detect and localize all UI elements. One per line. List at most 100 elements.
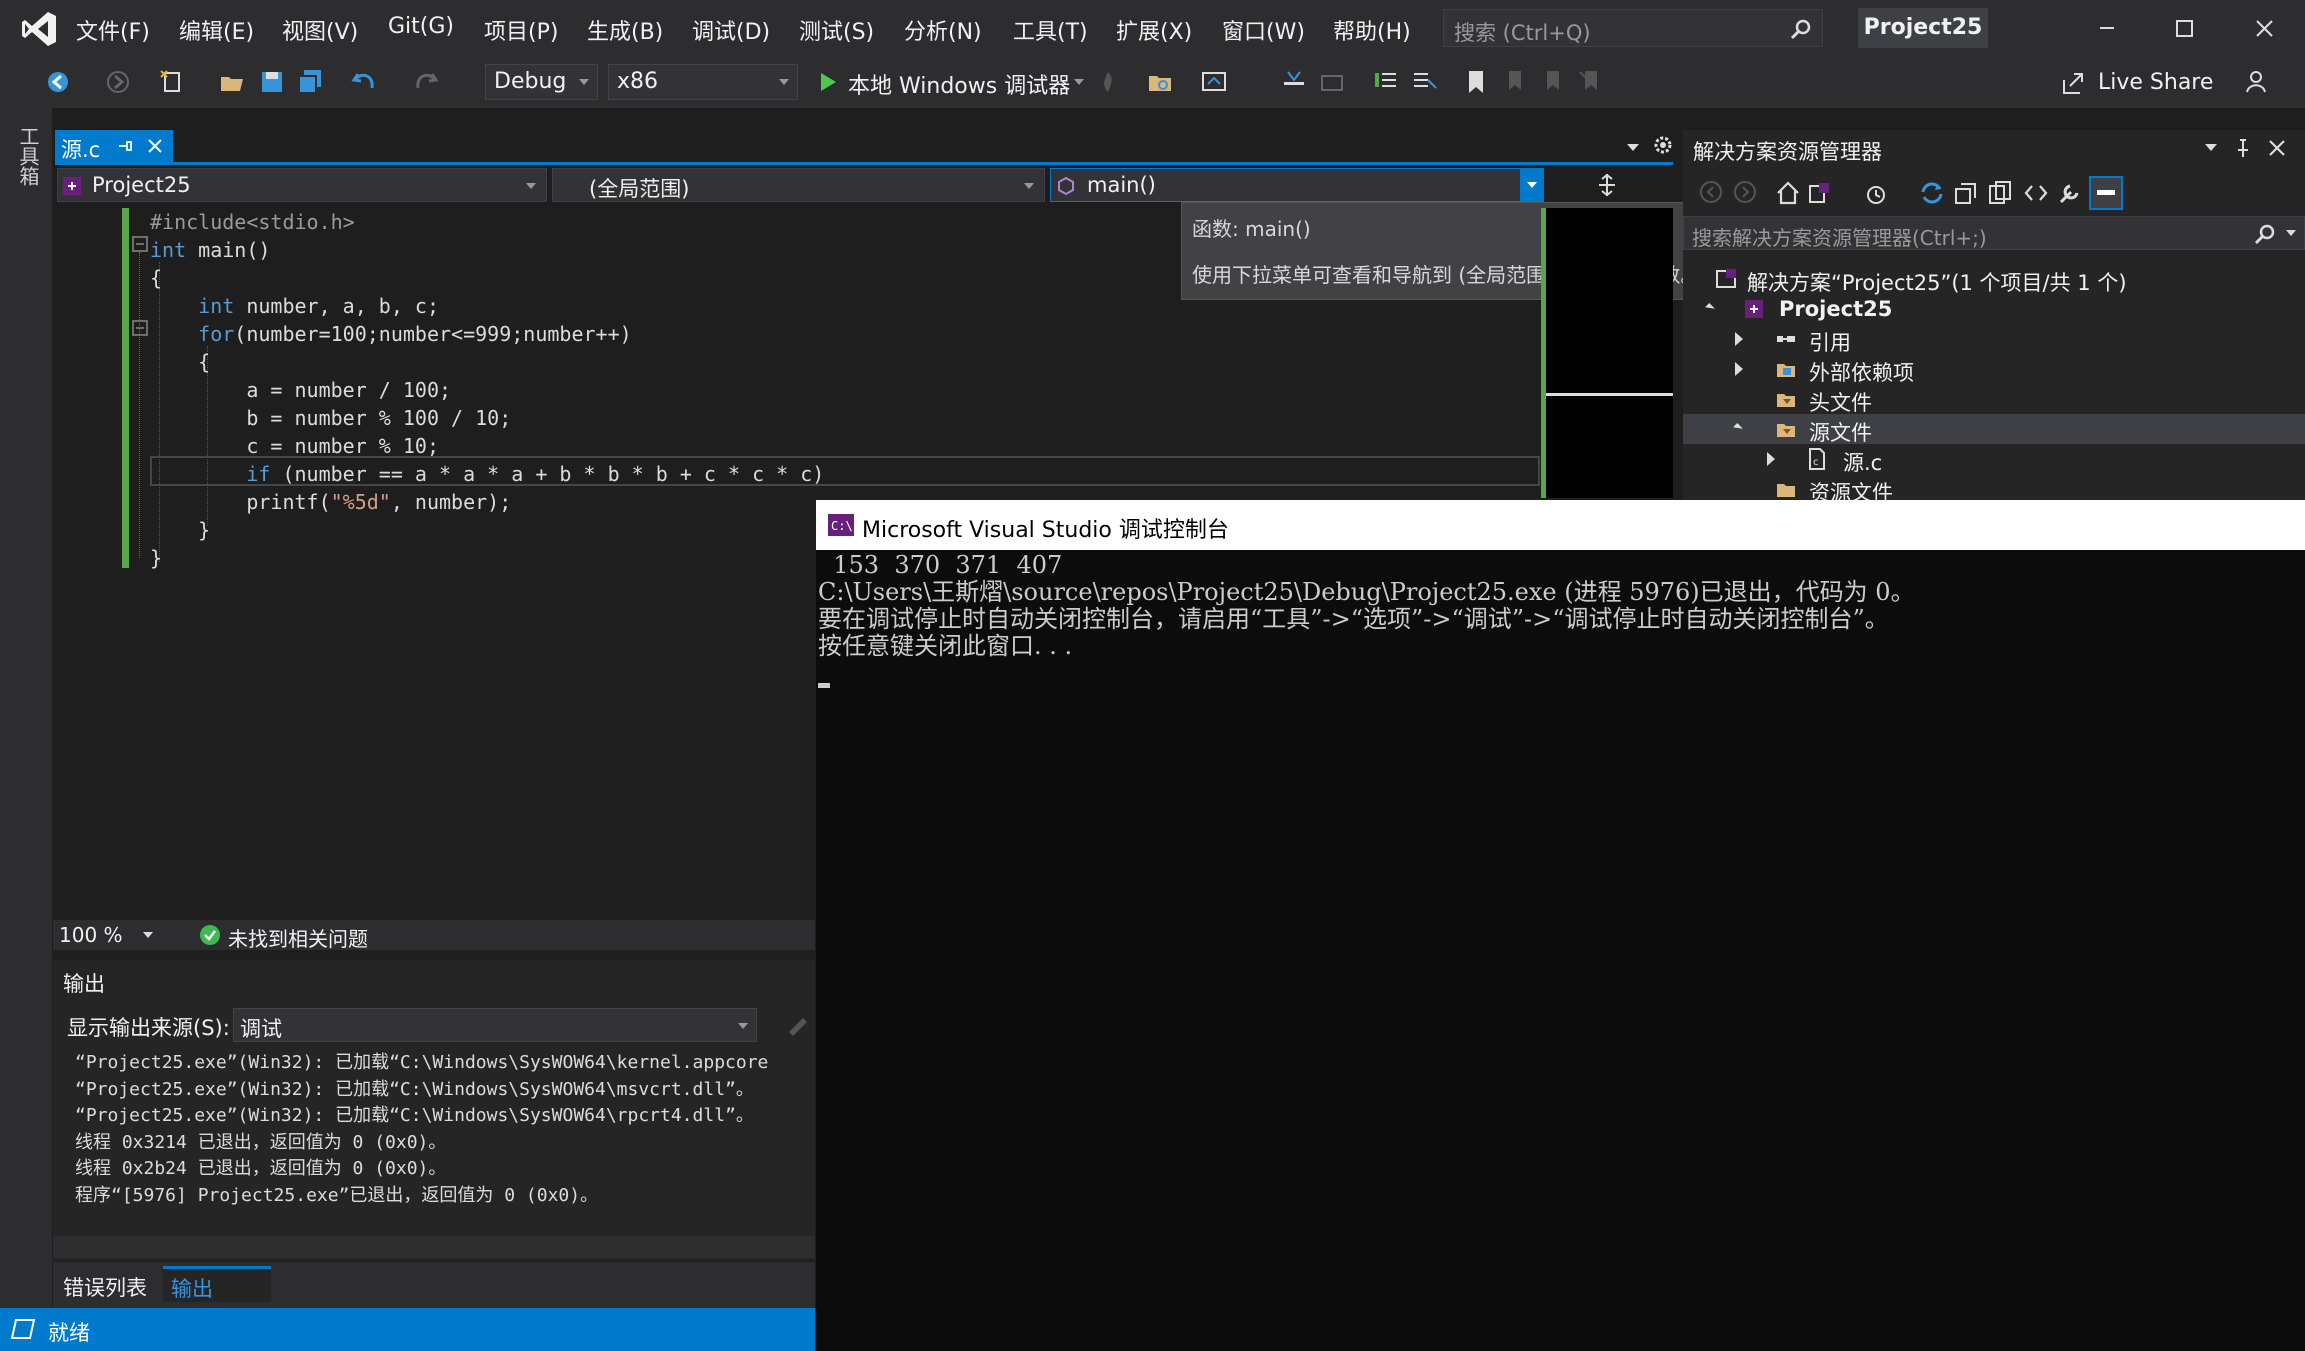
function-navigation-dropdown[interactable]: main() bbox=[1050, 168, 1544, 202]
search-input[interactable]: 搜索 (Ctrl+Q) bbox=[1443, 9, 1823, 47]
solution-search-input[interactable]: 搜索解决方案资源管理器(Ctrl+;) bbox=[1683, 216, 2305, 250]
save-icon[interactable] bbox=[258, 68, 286, 96]
forward-icon[interactable] bbox=[1733, 180, 1757, 204]
menu-view[interactable]: 视图(V) bbox=[282, 14, 358, 46]
output-log[interactable]: “Project25.exe”(Win32): 已加载“C:\Windows\S… bbox=[75, 1050, 768, 1209]
uncomment-lines-icon[interactable] bbox=[1410, 68, 1438, 96]
tree-item-solution[interactable]: 解决方案“Project25”(1 个项目/共 1 个) bbox=[1683, 264, 2305, 295]
solution-configuration-dropdown[interactable]: Debug bbox=[485, 64, 598, 100]
menu-build[interactable]: 生成(B) bbox=[587, 14, 663, 46]
output-source-dropdown[interactable]: 调试 bbox=[233, 1008, 757, 1042]
tree-item-references[interactable]: 引用 bbox=[1683, 324, 2305, 355]
browse-folder-icon[interactable] bbox=[1146, 68, 1174, 96]
toolbox-strip[interactable]: 工具箱 bbox=[0, 108, 52, 1308]
redo-icon[interactable] bbox=[412, 68, 440, 96]
comment-lines-icon[interactable] bbox=[1372, 68, 1400, 96]
tree-item-project[interactable]: Project25 bbox=[1683, 294, 2305, 324]
scope-navigation-dropdown[interactable]: (全局范围) bbox=[552, 168, 1045, 202]
split-window-icon[interactable] bbox=[1596, 172, 1618, 198]
properties-wrench-icon[interactable] bbox=[2057, 180, 2083, 206]
issues-status[interactable]: 未找到相关问题 bbox=[228, 923, 368, 952]
document-tab-source-c[interactable]: 源.c bbox=[55, 130, 173, 162]
pending-changes-filter-icon[interactable] bbox=[1863, 180, 1889, 206]
maximize-button[interactable] bbox=[2164, 10, 2204, 46]
save-all-icon[interactable] bbox=[296, 68, 324, 96]
minimap-viewport[interactable] bbox=[1541, 393, 1673, 396]
console-title-bar[interactable]: C:\ Microsoft Visual Studio 调试控制台 bbox=[816, 500, 2305, 550]
tree-item-resource-files[interactable]: 资源文件 bbox=[1683, 474, 2305, 500]
settings-gear-icon[interactable] bbox=[1652, 134, 1674, 156]
solution-platform-dropdown[interactable]: x86 bbox=[608, 64, 798, 100]
menu-tools[interactable]: 工具(T) bbox=[1013, 14, 1088, 46]
switch-views-icon[interactable] bbox=[1807, 180, 1833, 206]
output-horizontal-scrollbar[interactable] bbox=[53, 1236, 815, 1258]
project-navigation-dropdown[interactable]: Project25 bbox=[57, 168, 547, 202]
console-line: C:\Users\王斯熠\source\repos\Project25\Debu… bbox=[818, 578, 1915, 606]
collapsed-arrow-icon[interactable] bbox=[1735, 362, 1743, 376]
minimize-button[interactable] bbox=[2086, 10, 2126, 46]
menu-project[interactable]: 项目(P) bbox=[484, 14, 558, 46]
function-dropdown-button[interactable] bbox=[1520, 168, 1544, 202]
new-project-icon[interactable] bbox=[158, 68, 186, 96]
tree-item-source-files[interactable]: 源文件 bbox=[1683, 414, 2305, 445]
collapse-all-icon[interactable] bbox=[1953, 180, 1979, 206]
bookmark-icon[interactable] bbox=[1462, 68, 1490, 96]
switch-views-icon[interactable] bbox=[1200, 68, 1228, 96]
step-over-icon[interactable] bbox=[1318, 68, 1346, 96]
toolbox-tab-label[interactable]: 工具箱 bbox=[14, 126, 43, 186]
previous-bookmark-icon[interactable] bbox=[1500, 68, 1528, 96]
step-into-icon[interactable] bbox=[1280, 68, 1308, 96]
output-line: “Project25.exe”(Win32): 已加载“C:\Windows\S… bbox=[75, 1078, 754, 1100]
document-list-dropdown-icon[interactable] bbox=[1624, 138, 1642, 156]
menu-extensions[interactable]: 扩展(X) bbox=[1116, 14, 1192, 46]
zoom-level[interactable]: 100 % bbox=[59, 923, 123, 947]
live-share-button[interactable]: Live Share bbox=[2058, 64, 2218, 100]
clear-bookmarks-icon[interactable] bbox=[1576, 68, 1604, 96]
menu-git[interactable]: Git(G) bbox=[388, 14, 454, 39]
menu-test[interactable]: 测试(S) bbox=[799, 14, 874, 46]
navigate-forward-icon[interactable] bbox=[104, 68, 132, 96]
collapse-main-icon[interactable] bbox=[132, 236, 148, 252]
view-code-icon[interactable] bbox=[2023, 180, 2049, 206]
collapse-for-icon[interactable] bbox=[132, 320, 148, 336]
auto-hide-pin-icon[interactable] bbox=[2233, 138, 2253, 158]
expanded-arrow-icon[interactable] bbox=[1705, 303, 1715, 313]
menu-help[interactable]: 帮助(H) bbox=[1333, 14, 1411, 46]
menu-file[interactable]: 文件(F) bbox=[76, 14, 150, 46]
window-position-icon[interactable] bbox=[2205, 144, 2217, 151]
project-title: Project25 bbox=[1858, 8, 1988, 48]
code-minimap[interactable] bbox=[1541, 208, 1673, 498]
tab-output[interactable]: 输出 bbox=[163, 1266, 271, 1302]
pin-icon[interactable] bbox=[117, 138, 133, 154]
sync-icon[interactable] bbox=[1919, 180, 1945, 206]
tree-item-external-dependencies[interactable]: 外部依赖项 bbox=[1683, 354, 2305, 385]
show-all-files-icon[interactable] bbox=[1987, 180, 2013, 206]
nav-scope-label: (全局范围) bbox=[589, 177, 690, 201]
code-text[interactable]: #include<stdio.h> int main() { int number,… bbox=[150, 208, 824, 572]
menu-analyze[interactable]: 分析(N) bbox=[904, 14, 982, 46]
external-dependencies-icon bbox=[1777, 364, 1795, 377]
menu-debug[interactable]: 调试(D) bbox=[692, 14, 770, 46]
undo-icon[interactable] bbox=[350, 68, 378, 96]
tab-error-list[interactable]: 错误列表 bbox=[63, 1272, 147, 1302]
home-icon[interactable] bbox=[1775, 180, 1801, 206]
collapsed-arrow-icon[interactable] bbox=[1735, 332, 1743, 346]
back-icon[interactable] bbox=[1699, 180, 1723, 204]
tree-item-source-c[interactable]: c 源.c bbox=[1683, 444, 2305, 475]
start-debugging-button[interactable]: 本地 Windows 调试器 bbox=[816, 64, 1086, 100]
feedback-icon[interactable] bbox=[2244, 68, 2272, 96]
expanded-arrow-icon[interactable] bbox=[1733, 423, 1743, 433]
collapsed-arrow-icon[interactable] bbox=[1767, 452, 1775, 466]
preview-selected-items-button[interactable] bbox=[2089, 176, 2123, 210]
close-panel-icon[interactable] bbox=[2267, 138, 2287, 158]
navigate-back-icon[interactable] bbox=[44, 68, 72, 96]
hot-reload-icon[interactable] bbox=[1094, 68, 1122, 96]
next-bookmark-icon[interactable] bbox=[1538, 68, 1566, 96]
tree-item-header-files[interactable]: 头文件 bbox=[1683, 384, 2305, 415]
menu-edit[interactable]: 编辑(E) bbox=[179, 14, 254, 46]
close-tab-icon[interactable] bbox=[147, 138, 163, 154]
close-window-button[interactable] bbox=[2244, 10, 2284, 46]
menu-window[interactable]: 窗口(W) bbox=[1222, 14, 1305, 46]
clear-output-icon[interactable] bbox=[785, 1012, 811, 1038]
open-folder-icon[interactable] bbox=[218, 68, 246, 96]
